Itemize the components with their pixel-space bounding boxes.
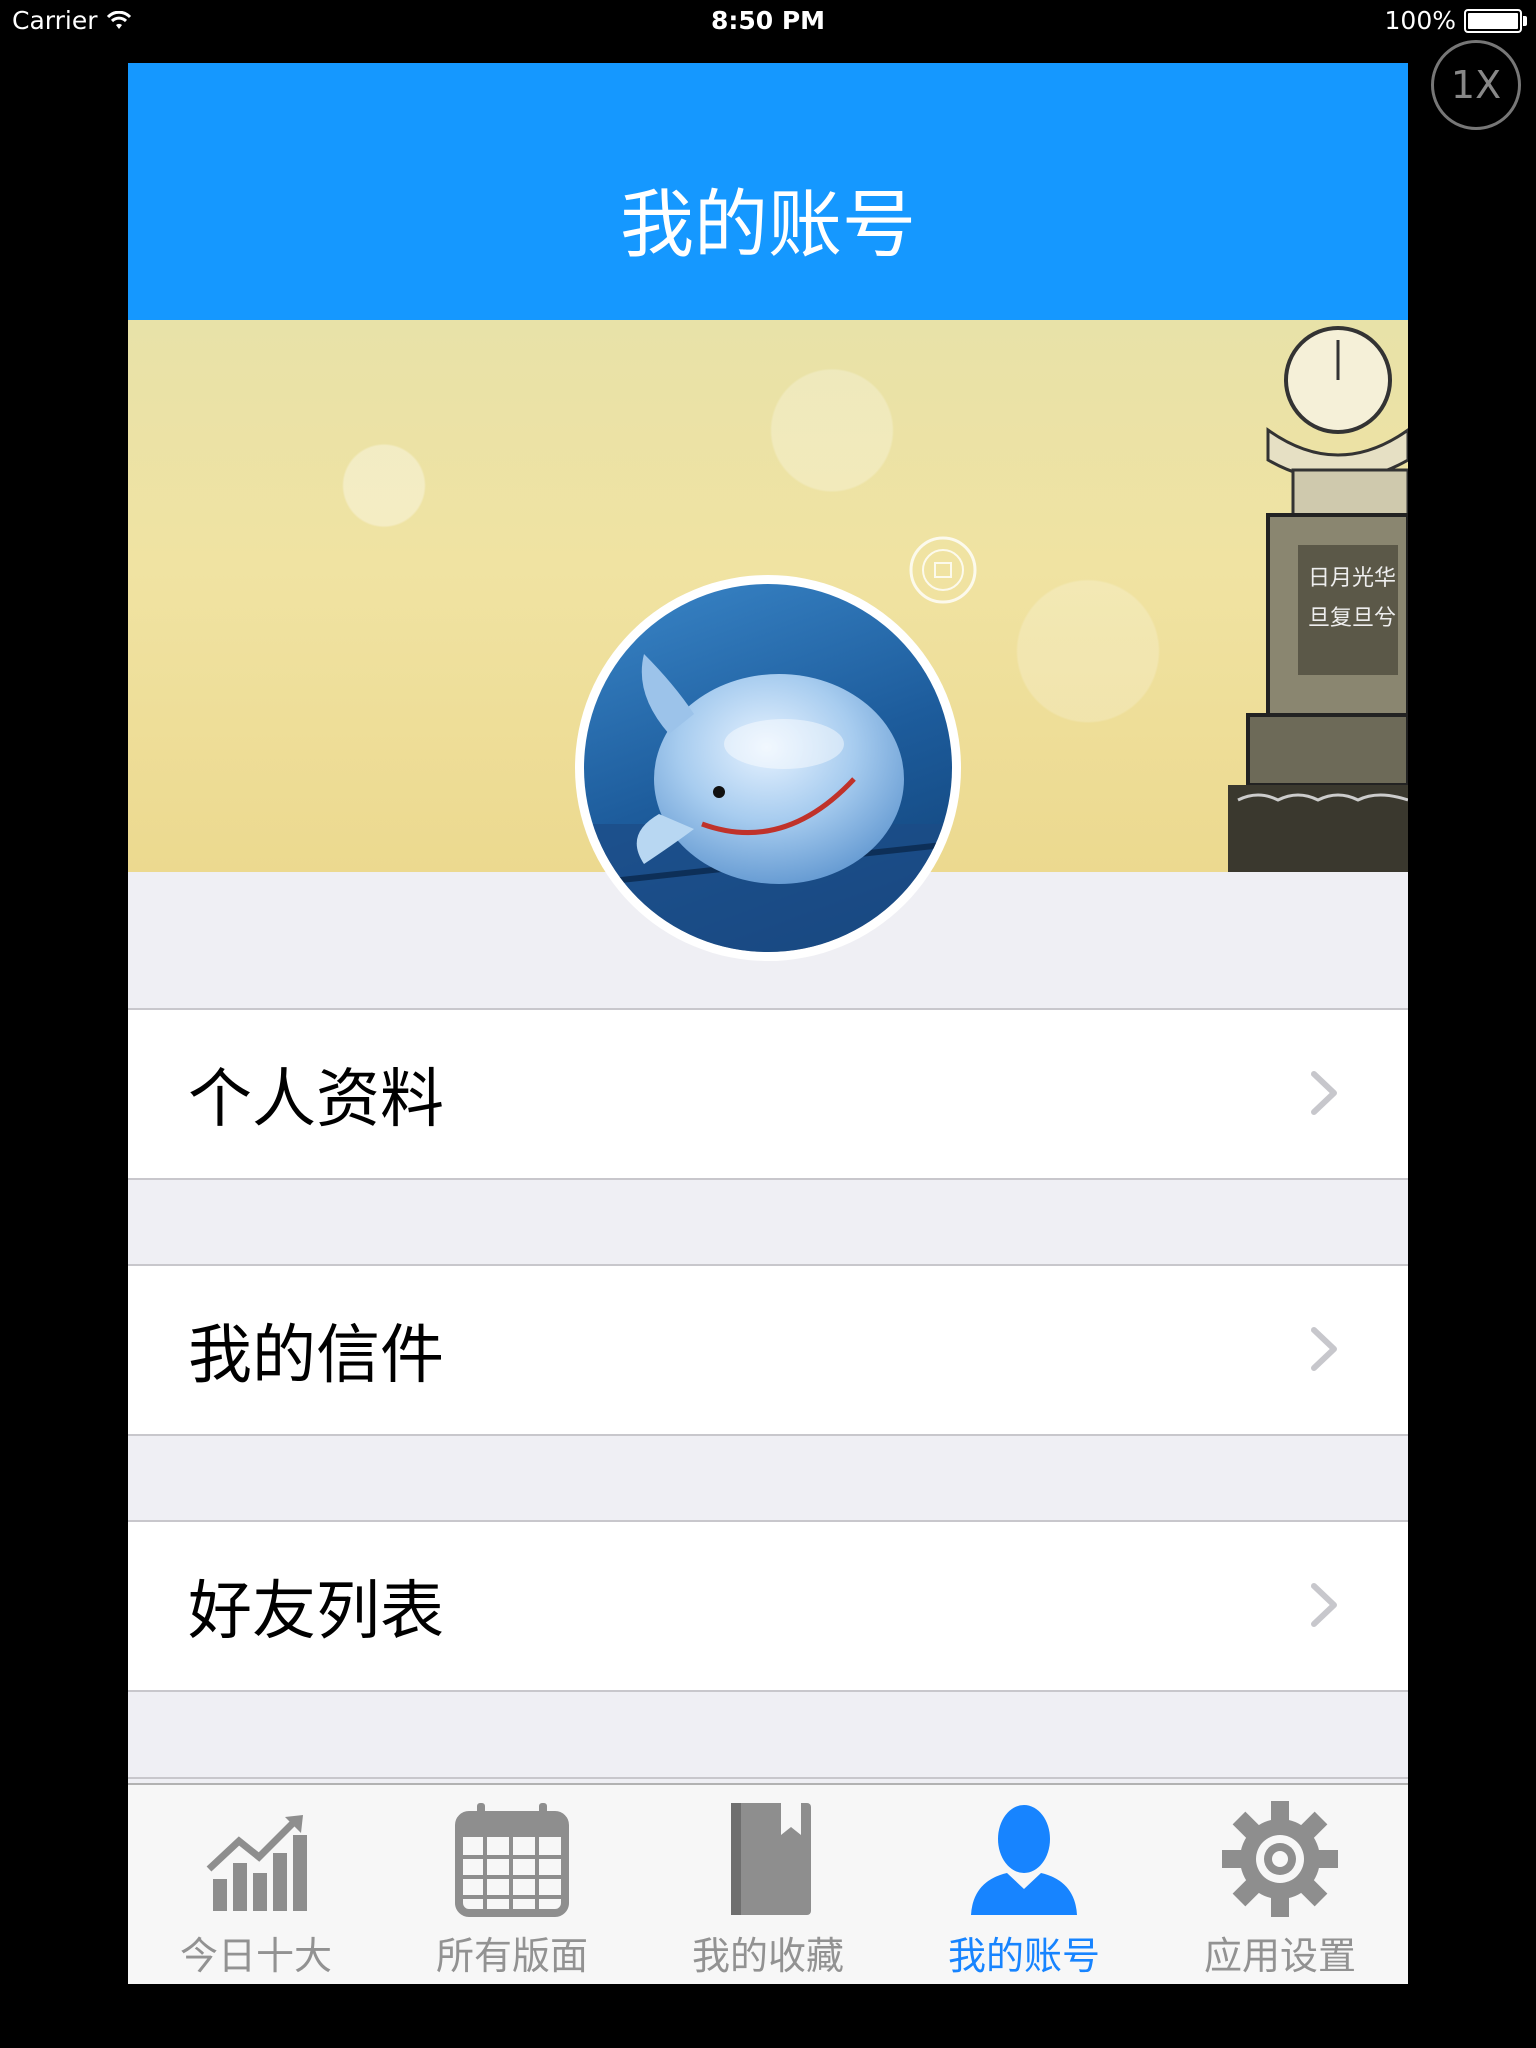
menu-row-label: 个人资料 — [188, 1063, 444, 1137]
svg-text:旦复旦兮: 旦复旦兮 — [1308, 606, 1396, 631]
bookmark-icon — [731, 1803, 811, 1915]
avatar-image — [584, 584, 952, 952]
svg-text:日月光华: 日月光华 — [1308, 566, 1396, 591]
chart-icon — [206, 1815, 307, 1911]
zoom-toggle-button[interactable]: 1X — [1431, 40, 1521, 130]
tab-favorites[interactable]: 我的收藏 — [640, 1785, 896, 1984]
tab-bar: 今日十大 所有版面 我的收藏 我的账号 应用设置 — [128, 1783, 1408, 1984]
menu-row-messages[interactable]: 我的信件 — [128, 1264, 1408, 1436]
chevron-right-icon — [1311, 1327, 1337, 1371]
tab-label: 应用设置 — [1203, 1934, 1356, 1978]
whale-figurine-image — [584, 654, 952, 952]
chevron-right-icon — [1311, 1583, 1337, 1627]
calendar-icon — [455, 1803, 569, 1917]
tab-label: 我的账号 — [947, 1934, 1100, 1978]
divider — [128, 1777, 1408, 1779]
university-seal — [909, 536, 977, 604]
tab-label: 今日十大 — [179, 1934, 332, 1978]
menu-row-label: 我的信件 — [188, 1319, 444, 1393]
menu-row-label: 好友列表 — [188, 1575, 444, 1649]
gear-icon — [1222, 1801, 1338, 1917]
page-title: 我的账号 — [620, 182, 916, 268]
app-screen: 我的账号 日月光华 旦复旦兮 个人资料 我的信件 好友列表 今日十大 所有版面 … — [128, 63, 1408, 1984]
battery-icon — [1464, 8, 1527, 33]
tab-all-boards[interactable]: 所有版面 — [384, 1785, 640, 1984]
chevron-right-icon — [1311, 1071, 1337, 1115]
battery-indicator: 100% — [1384, 6, 1527, 35]
status-bar: Carrier 8:50 PM 100% — [0, 0, 1536, 42]
user-avatar[interactable] — [575, 575, 961, 961]
tab-settings[interactable]: 应用设置 — [1152, 1785, 1408, 1984]
tab-label: 所有版面 — [435, 1934, 588, 1978]
monument-illustration: 日月光华 旦复旦兮 — [1228, 326, 1408, 872]
menu-row-friends[interactable]: 好友列表 — [128, 1520, 1408, 1692]
battery-percent: 100% — [1384, 6, 1456, 35]
tab-top-ten[interactable]: 今日十大 — [128, 1785, 384, 1984]
tab-my-account[interactable]: 我的账号 — [896, 1785, 1152, 1984]
status-time: 8:50 PM — [710, 6, 826, 35]
person-icon — [971, 1805, 1077, 1915]
tab-label: 我的收藏 — [691, 1934, 844, 1978]
menu-row-profile[interactable]: 个人资料 — [128, 1008, 1408, 1180]
battery-fill — [1468, 12, 1518, 29]
device-bottom-bezel — [0, 1984, 1536, 2048]
navigation-bar: 我的账号 — [128, 63, 1408, 320]
